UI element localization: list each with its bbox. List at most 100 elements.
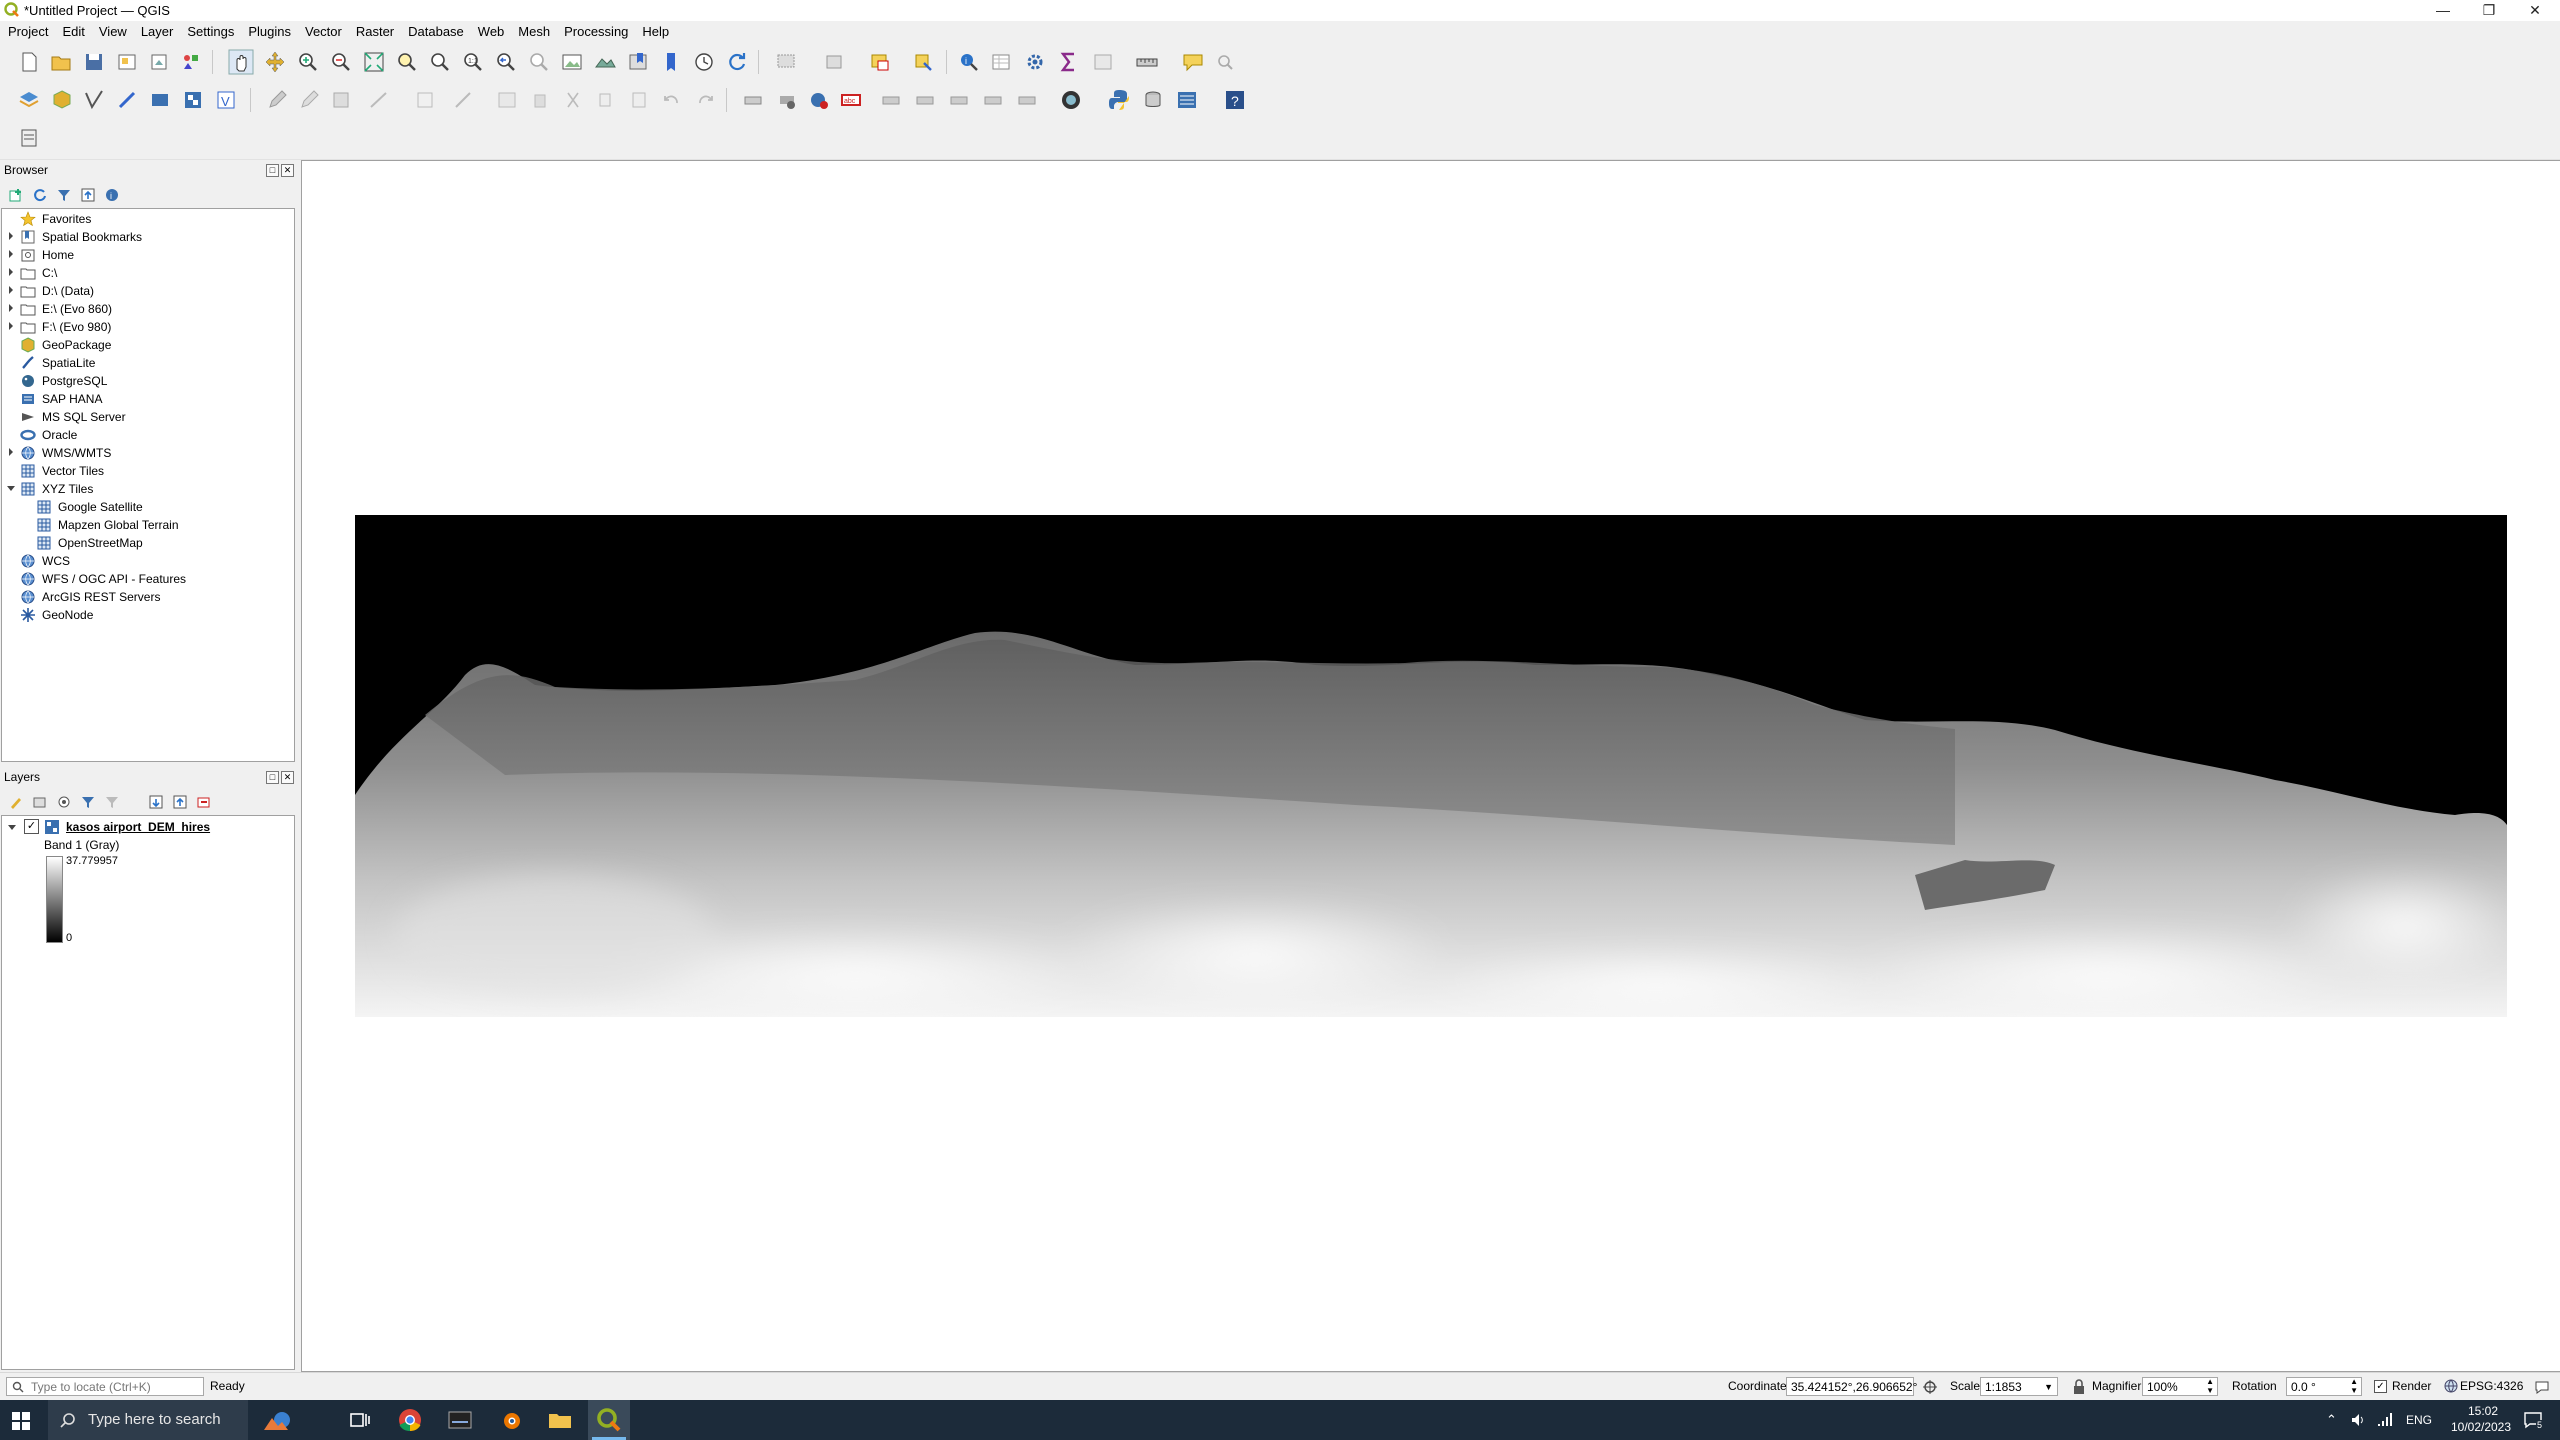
restore-button[interactable]: ❐ (2466, 0, 2512, 21)
statistical-summary-icon[interactable] (1056, 49, 1082, 75)
undo-icon[interactable] (659, 87, 685, 113)
pin-labels-icon[interactable] (878, 87, 904, 113)
menu-database[interactable]: Database (400, 21, 470, 39)
add-raster-layer-icon[interactable] (180, 87, 206, 113)
expand-arrow-icon[interactable] (6, 447, 16, 457)
browser-item[interactable]: Google Satellite (2, 499, 292, 517)
browser-item[interactable]: Home (2, 247, 292, 265)
filter-by-expression-icon[interactable] (104, 794, 120, 810)
select-location-icon[interactable] (910, 49, 936, 75)
browser-item[interactable]: Vector Tiles (2, 463, 292, 481)
browser-item[interactable]: ArcGIS REST Servers (2, 589, 292, 607)
expand-all-icon[interactable] (148, 794, 164, 810)
save-edits-icon[interactable] (328, 87, 354, 113)
move-feature-icon[interactable] (450, 87, 476, 113)
expand-arrow-icon[interactable] (6, 249, 16, 259)
coordinate-field[interactable]: 35.424152°,26.906652° (1786, 1377, 1917, 1396)
layer-collapse-arrow-icon[interactable] (7, 822, 17, 832)
layer-visibility-checkbox[interactable]: ✓ (24, 819, 39, 834)
browser-item[interactable]: Favorites (2, 211, 292, 229)
blender-icon[interactable] (496, 1406, 524, 1434)
zoom-last-icon[interactable] (493, 49, 519, 75)
menu-view[interactable]: View (91, 21, 133, 39)
magnifier-stepper-icon[interactable]: ▲ ▼ (2206, 1377, 2214, 1395)
identify-features-icon[interactable]: i (956, 49, 982, 75)
rotate-label-icon[interactable] (980, 87, 1006, 113)
browser-item[interactable]: F:\ (Evo 980) (2, 319, 292, 337)
clock-date[interactable]: 10/02/2023 (2444, 1420, 2518, 1434)
browser-item[interactable]: OpenStreetMap (2, 535, 292, 553)
add-spatialite-layer-icon[interactable] (147, 87, 173, 113)
python-console-icon[interactable] (1106, 87, 1132, 113)
manage-map-themes-icon[interactable] (56, 794, 72, 810)
add-vector-layer-icon[interactable] (81, 87, 107, 113)
locator-tool-icon[interactable] (1212, 49, 1238, 75)
menu-edit[interactable]: Edit (54, 21, 90, 39)
open-layer-styling-icon[interactable] (8, 794, 24, 810)
new-project-icon[interactable] (16, 49, 42, 75)
menu-vector[interactable]: Vector (297, 21, 348, 39)
open-project-icon[interactable] (48, 49, 74, 75)
browser-item[interactable]: MS SQL Server (2, 409, 292, 427)
taskbar-search-box[interactable]: Type here to search (48, 1400, 248, 1440)
new-geopackage-layer-icon[interactable] (49, 87, 75, 113)
minimize-button[interactable]: — (2420, 0, 2466, 21)
menu-web[interactable]: Web (470, 21, 511, 39)
map-tips-icon[interactable] (1180, 49, 1206, 75)
browser-float-button[interactable]: □ (266, 164, 279, 177)
locator-input[interactable]: Type to locate (Ctrl+K) (6, 1377, 204, 1396)
menu-layer[interactable]: Layer (133, 21, 180, 39)
select-features-icon[interactable] (774, 49, 800, 75)
input-language[interactable]: ENG (2406, 1413, 2432, 1427)
browser-close-button[interactable]: ✕ (281, 164, 294, 177)
crs-label[interactable]: EPSG:4326 (2460, 1379, 2523, 1393)
new-map-view-icon[interactable] (559, 49, 585, 75)
layers-float-button[interactable]: □ (266, 771, 279, 784)
add-delimited-text-icon[interactable] (114, 87, 140, 113)
expand-arrow-icon[interactable] (6, 285, 16, 295)
select-by-value-icon[interactable] (822, 49, 848, 75)
pan-map-icon[interactable] (228, 49, 254, 75)
menu-project[interactable]: Project (0, 21, 54, 39)
task-view-icon[interactable] (346, 1406, 374, 1434)
pan-to-selection-icon[interactable] (262, 49, 288, 75)
attribute-table-toggle-icon[interactable] (1090, 49, 1116, 75)
digitize-icon[interactable] (366, 87, 392, 113)
expand-arrow-icon[interactable] (6, 303, 16, 313)
label-toolbar-icon[interactable] (740, 87, 766, 113)
expand-arrow-icon[interactable] (6, 231, 16, 241)
print-layout-icon[interactable] (114, 49, 140, 75)
menu-processing[interactable]: Processing (556, 21, 634, 39)
lock-scale-icon[interactable] (2072, 1379, 2086, 1395)
modify-attributes-icon[interactable] (494, 87, 520, 113)
crs-globe-icon[interactable] (2444, 1379, 2458, 1393)
browser-item[interactable]: Mapzen Global Terrain (2, 517, 292, 535)
remove-layer-icon[interactable] (196, 794, 212, 810)
browser-item[interactable]: WFS / OGC API - Features (2, 571, 292, 589)
menu-help[interactable]: Help (634, 21, 675, 39)
magnifier-spinbox[interactable]: 100% ▲ ▼ (2142, 1377, 2218, 1396)
browser-item[interactable]: E:\ (Evo 860) (2, 301, 292, 319)
refresh-browser-icon[interactable] (32, 187, 48, 203)
close-button[interactable]: ✕ (2512, 0, 2558, 21)
copy-features-icon[interactable] (593, 87, 619, 113)
zoom-in-icon[interactable] (295, 49, 321, 75)
browser-item[interactable]: C:\ (2, 265, 292, 283)
zoom-to-layer-icon[interactable] (427, 49, 453, 75)
render-checkbox[interactable]: ✓ (2374, 1380, 2387, 1393)
menu-settings[interactable]: Settings (179, 21, 240, 39)
browser-item[interactable]: GeoNode (2, 607, 292, 625)
toggle-extents-icon[interactable] (1922, 1379, 1938, 1395)
add-group-icon[interactable] (32, 794, 48, 810)
add-selected-layers-icon[interactable] (8, 187, 24, 203)
browser-item[interactable]: WCS (2, 553, 292, 571)
qgis-taskbar-button[interactable] (588, 1400, 630, 1440)
browser-item[interactable]: Oracle (2, 427, 292, 445)
news-widget-icon[interactable] (262, 1406, 290, 1434)
network-icon[interactable] (2376, 1412, 2392, 1428)
layout-manager-icon[interactable] (146, 49, 172, 75)
collapse-arrow-icon[interactable] (6, 483, 16, 493)
new-bookmark-icon[interactable] (625, 49, 651, 75)
help-icon[interactable]: ? (1222, 87, 1248, 113)
temporal-controller-icon[interactable] (691, 49, 717, 75)
